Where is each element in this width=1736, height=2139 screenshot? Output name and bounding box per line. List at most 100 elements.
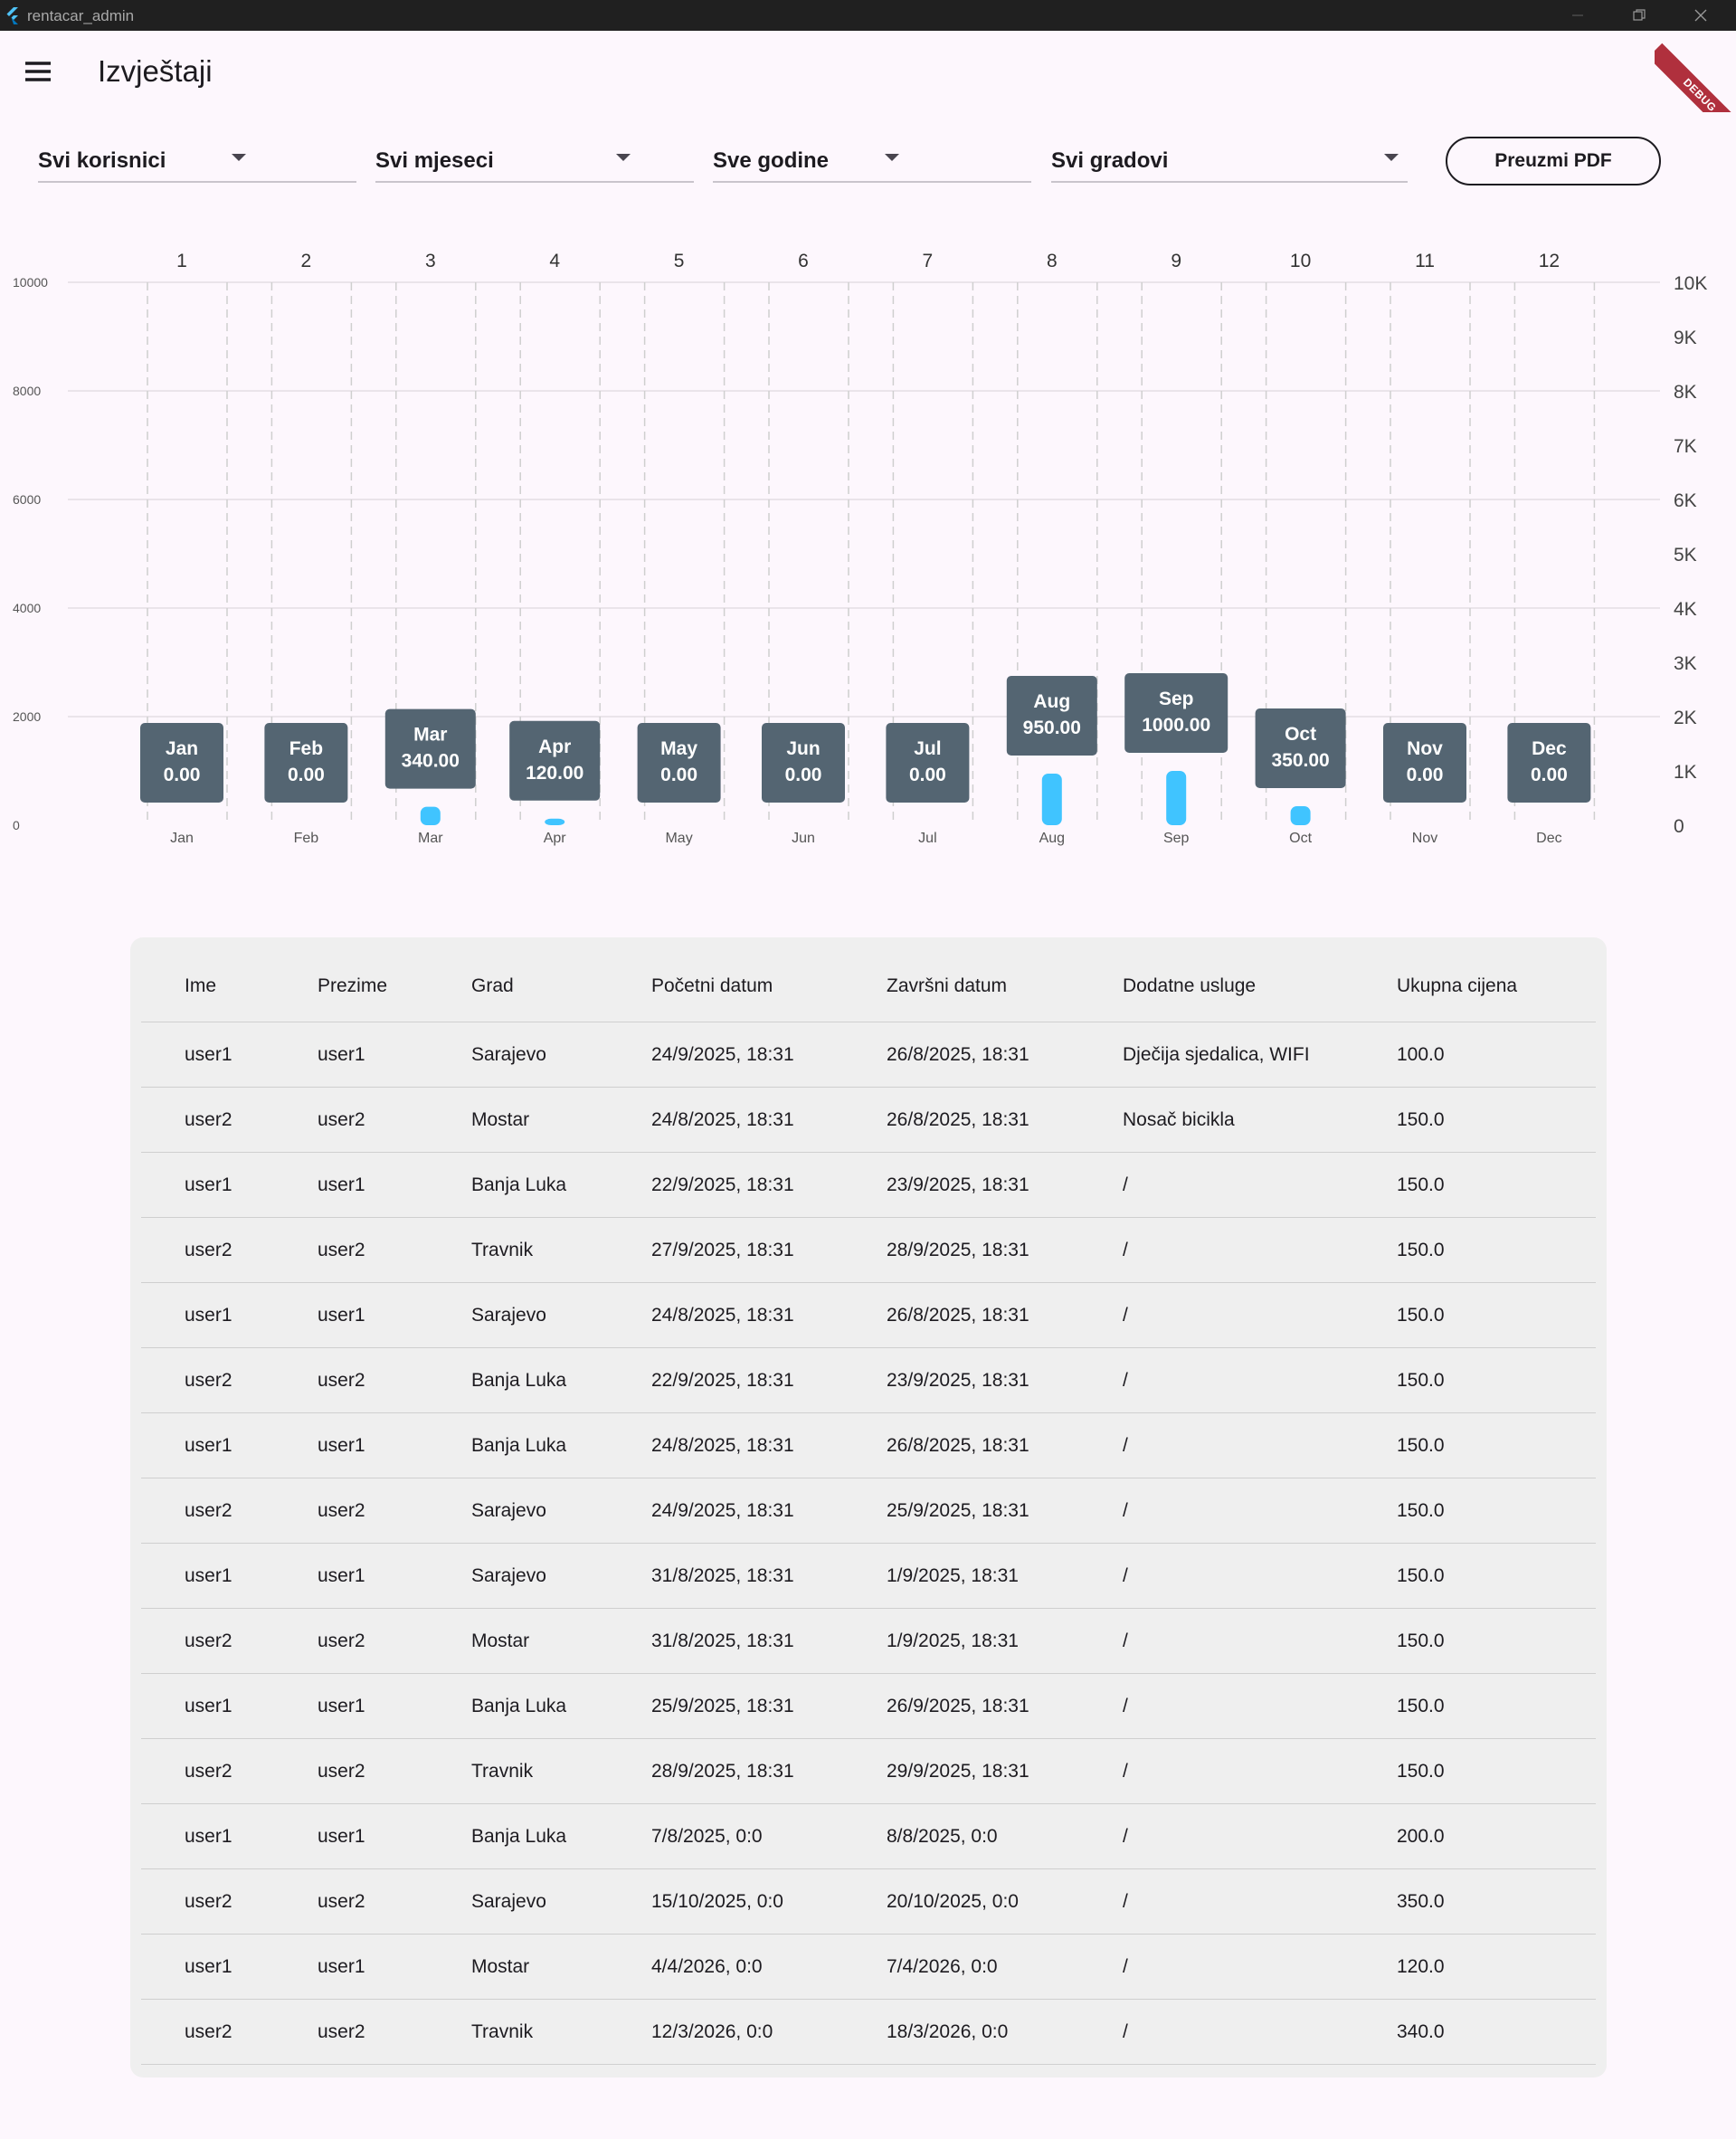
table-cell: 7/8/2025, 0:0 bbox=[651, 1825, 763, 1847]
table-cell: Dječija sjedalica, WIFI bbox=[1123, 1043, 1310, 1065]
tooltip-month-label: May bbox=[660, 738, 697, 759]
bar-oct bbox=[1290, 806, 1311, 825]
table-row: user2 user2 Travnik 12/3/2026, 0:0 18/3/2026… bbox=[141, 2000, 1596, 2065]
tooltip-value-label: 120.00 bbox=[526, 763, 583, 784]
reservations-table: Ime Prezime Grad Početni datum Završni datum… bbox=[141, 950, 1596, 2065]
tooltip-value-label: 0.00 bbox=[288, 765, 325, 785]
table-cell: 26/8/2025, 18:31 bbox=[887, 1304, 1029, 1326]
table-cell: 150.0 bbox=[1397, 1434, 1445, 1456]
table-cell: 12/3/2026, 0:0 bbox=[651, 2020, 773, 2042]
table-cell: 26/8/2025, 18:31 bbox=[887, 1043, 1029, 1065]
window-titlebar: rentacar_admin bbox=[0, 0, 1736, 31]
table-cell: 22/9/2025, 18:31 bbox=[651, 1369, 794, 1391]
table-cell: user1 bbox=[318, 1304, 365, 1326]
city-filter-dropdown[interactable]: Svi gradovi bbox=[1051, 136, 1408, 183]
tooltip-dec bbox=[1507, 723, 1591, 803]
bottom-axis-tick-label: Jan bbox=[170, 831, 194, 846]
tooltip-value-label: 950.00 bbox=[1023, 718, 1081, 738]
table-cell: 150.0 bbox=[1397, 1369, 1445, 1391]
table-cell: 15/10/2025, 0:0 bbox=[651, 1890, 783, 1912]
reservations-table-card: Ime Prezime Grad Početni datum Završni datum… bbox=[130, 937, 1607, 2077]
tooltip-month-label: Feb bbox=[289, 738, 323, 759]
top-axis-tick-label: 6 bbox=[798, 251, 809, 271]
table-cell: user1 bbox=[318, 1043, 365, 1065]
year-filter-dropdown[interactable]: Sve godine bbox=[713, 136, 1031, 183]
chevron-down-icon bbox=[616, 154, 631, 161]
tooltip-month-label: Jun bbox=[786, 738, 820, 759]
tooltip-month-label: Apr bbox=[538, 737, 571, 757]
table-cell: 100.0 bbox=[1397, 1043, 1445, 1065]
chevron-down-icon bbox=[885, 154, 899, 161]
left-axis-tick-label: 10000 bbox=[13, 275, 48, 290]
table-cell: 18/3/2026, 0:0 bbox=[887, 2020, 1009, 2042]
flutter-logo-icon bbox=[6, 7, 18, 24]
close-button[interactable] bbox=[1670, 0, 1731, 31]
table-cell: Mostar bbox=[471, 1955, 530, 1977]
table-cell: 340.0 bbox=[1397, 2020, 1445, 2042]
table-row: user2 user2 Mostar 24/8/2025, 18:31 26/8/202… bbox=[141, 1088, 1596, 1153]
table-row: user1 user1 Banja Luka 24/8/2025, 18:31 26/8… bbox=[141, 1413, 1596, 1478]
table-cell: user1 bbox=[185, 1174, 232, 1195]
tooltip-month-label: Sep bbox=[1159, 689, 1194, 709]
table-cell: user2 bbox=[318, 1369, 365, 1391]
table-cell: Sarajevo bbox=[471, 1890, 546, 1912]
table-cell: user2 bbox=[318, 1630, 365, 1651]
table-cell: Travnik bbox=[471, 1239, 534, 1260]
left-axis-tick-label: 0 bbox=[13, 818, 20, 832]
table-cell: 200.0 bbox=[1397, 1825, 1445, 1847]
table-header-cell: Grad bbox=[471, 974, 514, 996]
minimize-icon bbox=[1572, 14, 1583, 16]
restore-button[interactable] bbox=[1608, 0, 1670, 31]
table-cell: user2 bbox=[318, 1760, 365, 1782]
table-header-cell: Početni datum bbox=[651, 974, 773, 996]
tooltip-value-label: 0.00 bbox=[1531, 765, 1568, 785]
tooltip-month-label: Aug bbox=[1033, 691, 1070, 712]
left-axis-tick-label: 2000 bbox=[13, 709, 41, 724]
table-row: user1 user1 Sarajevo 24/9/2025, 18:31 26/8/2… bbox=[141, 1022, 1596, 1088]
table-row: user2 user2 Travnik 27/9/2025, 18:31 28/9/20… bbox=[141, 1218, 1596, 1283]
table-cell: user1 bbox=[318, 1695, 365, 1716]
restore-icon bbox=[1633, 9, 1646, 21]
bar-sep bbox=[1166, 771, 1187, 825]
tooltip-month-label: Dec bbox=[1532, 738, 1567, 759]
table-cell: user2 bbox=[318, 1499, 365, 1521]
month-filter-dropdown[interactable]: Svi mjeseci bbox=[375, 136, 694, 183]
table-cell: user2 bbox=[185, 1890, 232, 1912]
table-cell: 150.0 bbox=[1397, 1630, 1445, 1651]
table-cell: 29/9/2025, 18:31 bbox=[887, 1760, 1029, 1782]
tooltip-may bbox=[637, 723, 721, 803]
menu-button[interactable] bbox=[18, 52, 58, 92]
year-filter-value: Sve godine bbox=[713, 148, 830, 173]
table-header-cell: Završni datum bbox=[887, 974, 1008, 996]
table-cell: 25/9/2025, 18:31 bbox=[651, 1695, 794, 1716]
debug-banner: DEBUG bbox=[1655, 31, 1736, 112]
top-axis-tick-label: 1 bbox=[176, 251, 187, 271]
chevron-down-icon bbox=[1384, 154, 1399, 161]
table-cell: 24/9/2025, 18:31 bbox=[651, 1499, 794, 1521]
table-cell: / bbox=[1123, 1955, 1128, 1977]
left-axis-tick-label: 4000 bbox=[13, 601, 41, 615]
table-cell: user1 bbox=[318, 1434, 365, 1456]
table-row: user1 user1 Banja Luka 25/9/2025, 18:31 26/9… bbox=[141, 1674, 1596, 1739]
tooltip-value-label: 1000.00 bbox=[1142, 715, 1210, 736]
minimize-button[interactable] bbox=[1547, 0, 1608, 31]
table-cell: user1 bbox=[318, 1825, 365, 1847]
bottom-axis-tick-label: Jul bbox=[918, 831, 936, 846]
table-cell: user1 bbox=[185, 1304, 232, 1326]
table-cell: 24/8/2025, 18:31 bbox=[651, 1108, 794, 1130]
table-cell: / bbox=[1123, 1369, 1128, 1391]
table-row: user1 user1 Sarajevo 31/8/2025, 18:31 1/9/20… bbox=[141, 1544, 1596, 1609]
monthly-revenue-chart: 0 2000 4000 6000 8000 10000 0 1K 2K 3K 4K 5K 6K 7K 8K 9… bbox=[13, 251, 1707, 846]
download-pdf-button[interactable]: Preuzmi PDF bbox=[1446, 137, 1661, 185]
tooltip-month-label: Mar bbox=[413, 725, 447, 746]
table-row: user2 user2 Banja Luka 22/9/2025, 18:31 23/9… bbox=[141, 1348, 1596, 1413]
table-cell: Sarajevo bbox=[471, 1564, 546, 1586]
table-cell: / bbox=[1123, 1174, 1128, 1195]
table-cell: 31/8/2025, 18:31 bbox=[651, 1564, 794, 1586]
bottom-axis-tick-label: Jun bbox=[792, 831, 815, 846]
table-row: user1 user1 Banja Luka 7/8/2025, 0:0 8/8/202… bbox=[141, 1804, 1596, 1869]
table-cell: Travnik bbox=[471, 2020, 534, 2042]
left-axis-tick-label: 6000 bbox=[13, 492, 41, 507]
table-cell: 25/9/2025, 18:31 bbox=[887, 1499, 1029, 1521]
user-filter-dropdown[interactable]: Svi korisnici bbox=[38, 136, 356, 183]
